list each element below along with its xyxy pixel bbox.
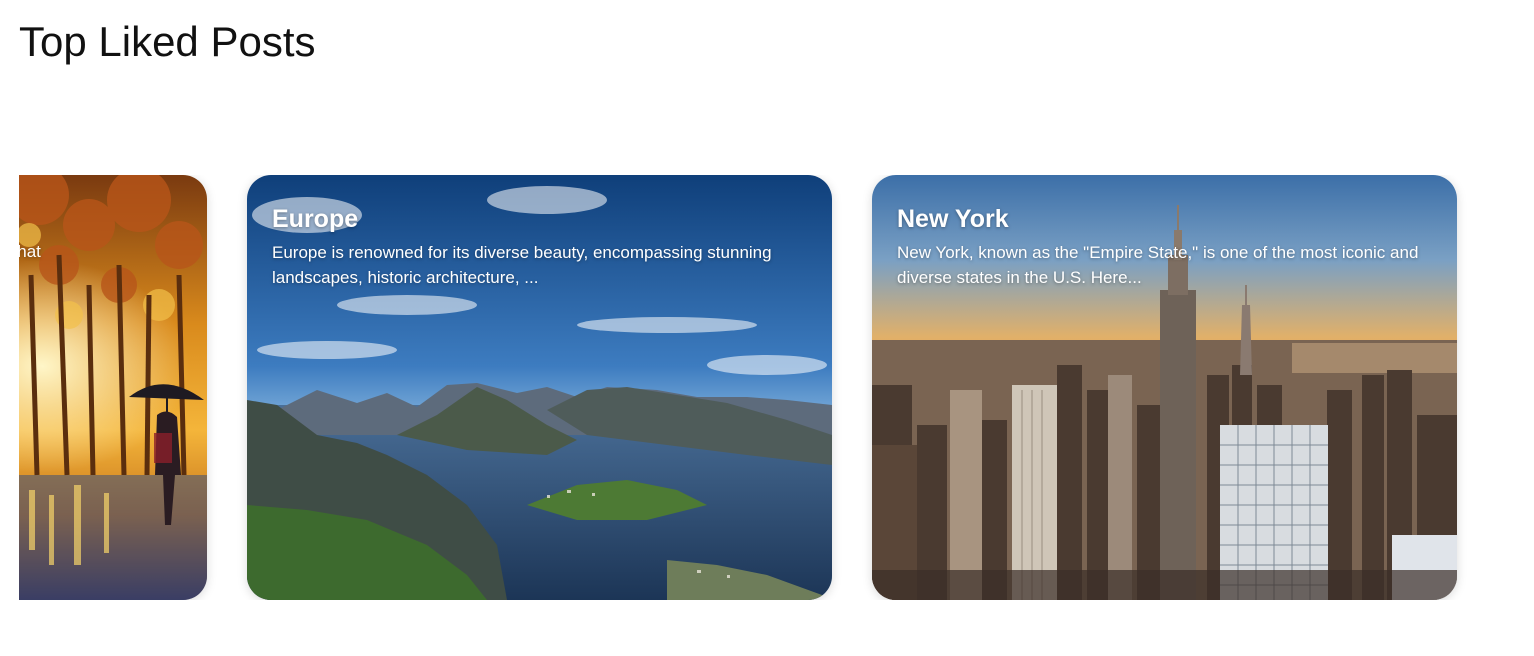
post-title: New York — [897, 205, 1009, 233]
post-card-new-york[interactable]: New York New York, known as the "Empire … — [872, 175, 1457, 600]
post-text: Europe Europe is renowned for its divers… — [272, 205, 807, 290]
post-card-europe[interactable]: Europe Europe is renowned for its divers… — [247, 175, 832, 600]
posts-carousel[interactable]: an activities that — [19, 175, 1516, 600]
post-text: an activities that — [19, 239, 207, 264]
post-description: New York, known as the "Empire State," i… — [897, 243, 1419, 287]
post-card[interactable]: an activities that — [19, 175, 207, 600]
post-title: Europe — [272, 205, 359, 233]
post-description: an activities that — [19, 242, 41, 261]
post-description: Europe is renowned for its diverse beaut… — [272, 243, 772, 287]
post-text: New York New York, known as the "Empire … — [897, 205, 1432, 290]
page-title: Top Liked Posts — [19, 18, 316, 65]
